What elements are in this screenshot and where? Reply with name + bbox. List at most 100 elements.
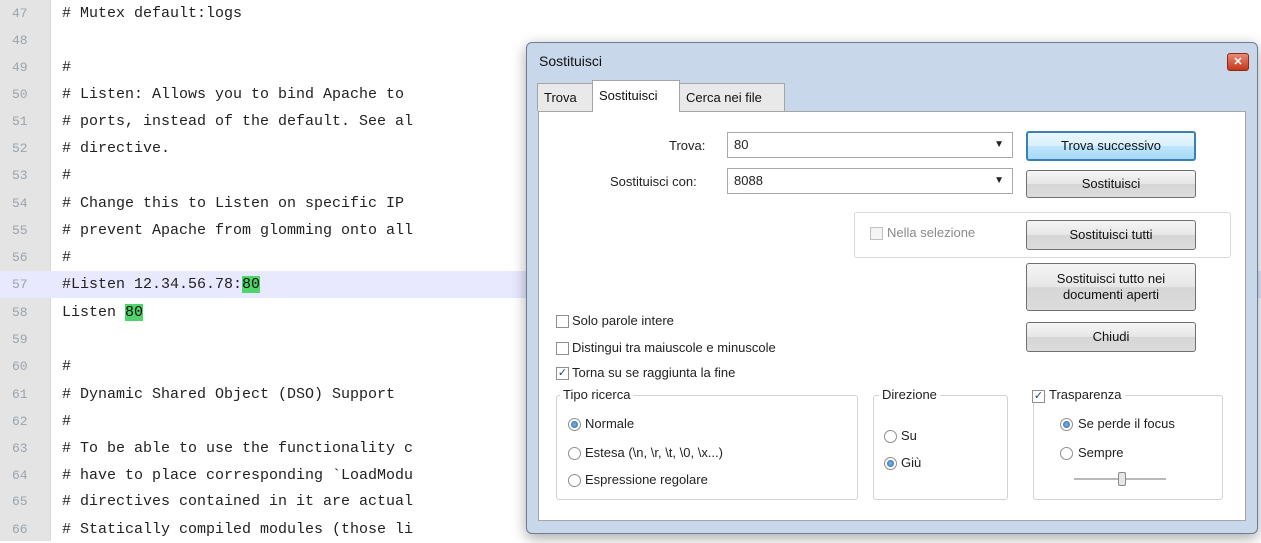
direction-label: Direzione: [879, 387, 940, 402]
transparency-slider-thumb[interactable]: [1118, 472, 1126, 486]
direction-up-radio[interactable]: [884, 430, 897, 443]
line-number: 51: [12, 114, 28, 129]
search-mode-label: Tipo ricerca: [560, 387, 634, 402]
code-text-content: # Mutex default:logs: [62, 5, 243, 22]
search-mode-regex-label: Espressione regolare: [585, 472, 708, 487]
code-text-content: # directives contained in it are actual: [62, 493, 414, 510]
chevron-down-icon[interactable]: ▼: [994, 169, 1004, 193]
code-text-content: # prevent Apache from glomming onto all: [62, 222, 414, 239]
code-text: Listen 80: [62, 299, 144, 326]
find-combobox[interactable]: 80 ▼: [727, 132, 1013, 158]
code-text: # Mutex default:logs: [62, 0, 242, 27]
code-text-content: #: [62, 413, 72, 430]
line-number: 56: [12, 250, 28, 265]
code-text: # prevent Apache from glomming onto all: [62, 217, 413, 244]
direction-up-label: Su: [901, 428, 917, 443]
code-text: #: [62, 244, 71, 271]
code-text: # have to place corresponding `LoadModu: [62, 462, 413, 489]
transparency-label: Trasparenza: [1046, 387, 1125, 402]
in-selection-checkbox[interactable]: [870, 227, 883, 240]
code-text: # Statically compiled modules (those li: [62, 516, 413, 543]
code-text: # ports, instead of the default. See al: [62, 108, 413, 135]
code-text-content: # directive.: [62, 140, 171, 157]
replace-button[interactable]: Sostituisci: [1026, 170, 1196, 198]
line-number: 59: [12, 332, 28, 347]
direction-down-radio[interactable]: [884, 457, 897, 470]
line-number: 52: [12, 141, 28, 156]
code-text-content: #: [62, 249, 72, 266]
code-text-content: # Dynamic Shared Object (DSO) Support: [62, 386, 396, 403]
code-text-content: #: [62, 358, 72, 375]
line-number: 49: [12, 60, 28, 75]
direction-down-label: Giù: [901, 455, 922, 470]
code-text: #: [62, 162, 71, 189]
line-number: 65: [12, 494, 28, 509]
search-mode-extended-radio[interactable]: [568, 447, 581, 460]
code-text-content: # Statically compiled modules (those li: [62, 521, 414, 538]
find-input[interactable]: 80: [734, 137, 748, 152]
line-number: 63: [12, 441, 28, 456]
line-number: 64: [12, 468, 28, 483]
replace-all-open-docs-line2: documenti aperti: [1062, 287, 1160, 302]
transparency-always-label: Sempre: [1078, 445, 1124, 460]
whole-word-checkbox[interactable]: [556, 315, 569, 328]
line-number: 57: [12, 277, 28, 292]
replace-dialog: Sostituisci ✕ Trova Sostituisci Cerca ne…: [526, 42, 1258, 534]
search-mode-normal-label: Normale: [585, 416, 635, 431]
code-text: #: [62, 54, 71, 81]
search-match-highlight: 80: [242, 276, 261, 293]
replace-label: Sostituisci con:: [610, 174, 697, 189]
replace-all-button[interactable]: Sostituisci tutti: [1026, 220, 1196, 250]
line-number: 50: [12, 87, 28, 102]
transparency-lose-focus-radio[interactable]: [1060, 418, 1073, 431]
code-line[interactable]: 47 # Mutex default:logs: [0, 0, 1261, 27]
transparency-checkbox[interactable]: ✓: [1032, 390, 1045, 403]
tab-replace[interactable]: Sostituisci: [592, 80, 680, 112]
chevron-down-icon[interactable]: ▼: [994, 133, 1004, 157]
tab-find[interactable]: Trova: [537, 83, 593, 111]
line-number: 47: [12, 6, 28, 21]
tab-find-in-files[interactable]: Cerca nei file: [679, 83, 785, 111]
code-text: # directives contained in it are actual: [62, 488, 413, 515]
code-text: #Listen 12.34.56.78:80: [62, 271, 261, 298]
code-text: #: [62, 408, 71, 435]
search-mode-regex-radio[interactable]: [568, 474, 581, 487]
transparency-always-radio[interactable]: [1060, 447, 1073, 460]
search-match-highlight: 80: [125, 304, 144, 321]
dialog-title: Sostituisci: [539, 53, 603, 69]
code-text: # Change this to Listen on specific IP: [62, 190, 404, 217]
line-number: 53: [12, 168, 28, 183]
close-button[interactable]: Chiudi: [1026, 322, 1196, 352]
search-mode-extended-label: Estesa (\n, \r, \t, \0, \x...): [585, 445, 723, 460]
dialog-titlebar[interactable]: Sostituisci ✕: [527, 43, 1257, 79]
replace-all-open-docs-button[interactable]: Sostituisci tutto nei documenti aperti: [1026, 263, 1196, 311]
replace-input[interactable]: 8088: [734, 173, 763, 188]
whole-word-label: Solo parole intere: [572, 313, 674, 328]
transparency-lose-focus-label: Se perde il focus: [1078, 416, 1175, 431]
code-text-content: # Listen: Allows you to bind Apache to: [62, 86, 405, 103]
close-icon[interactable]: ✕: [1227, 53, 1249, 71]
line-number: 55: [12, 223, 28, 238]
line-number: 54: [12, 196, 28, 211]
replace-all-open-docs-line1: Sostituisci tutto nei: [1056, 271, 1166, 286]
tab-panel-replace: Trova: 80 ▼ Sostituisci con: 8088 ▼ Nell…: [538, 111, 1246, 521]
find-next-button[interactable]: Trova successivo: [1026, 131, 1196, 161]
line-number: 66: [12, 522, 28, 537]
code-text-content: #: [62, 59, 72, 76]
match-case-checkbox[interactable]: [556, 342, 569, 355]
replace-combobox[interactable]: 8088 ▼: [727, 168, 1013, 194]
line-number: 60: [12, 359, 28, 374]
code-text-content: # To be able to use the functionality c: [62, 440, 414, 457]
code-text: # directive.: [62, 135, 170, 162]
line-number: 62: [12, 414, 28, 429]
find-label: Trova:: [669, 138, 706, 153]
code-text: # Dynamic Shared Object (DSO) Support: [62, 381, 395, 408]
wrap-around-label: Torna su se raggiunta la fine: [572, 365, 736, 380]
code-text: #: [62, 353, 71, 380]
search-mode-normal-radio[interactable]: [568, 418, 581, 431]
code-text-content: # ports, instead of the default. See al: [62, 113, 414, 130]
line-number: 61: [12, 387, 28, 402]
code-text: # Listen: Allows you to bind Apache to: [62, 81, 404, 108]
wrap-around-checkbox[interactable]: ✓: [556, 367, 569, 380]
code-text: # To be able to use the functionality c: [62, 435, 413, 462]
